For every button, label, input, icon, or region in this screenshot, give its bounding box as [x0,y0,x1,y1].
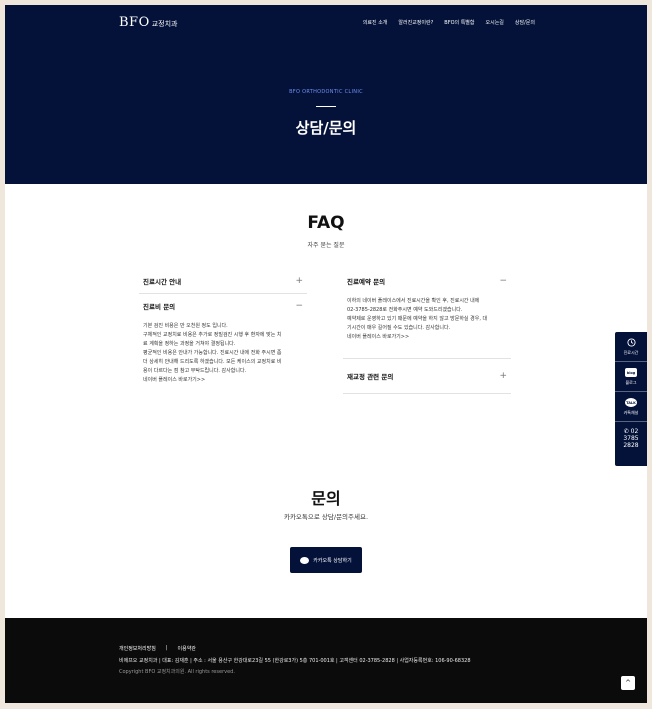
naver-place-link[interactable]: 네이버 플레이스 바로가기>> [347,333,507,342]
plus-icon[interactable]: + [499,371,507,381]
nav-item-doctors[interactable]: 의료진 소개 [363,19,388,26]
logo-text: BFO [119,15,150,30]
faq-answer-cost: 기본 검진 비용은 만 오천원 정도 입니다. 구체적인 교정치료 비용은 추가… [139,318,307,395]
answer-line: 구체적인 교정치료 비용은 추가로 정밀검진 시행 후 환자에 맞는 치 [143,332,282,338]
phone-line: 02 [630,428,639,435]
faq-title: FAQ [307,213,345,233]
logo-sub: 교정치과 [151,20,178,28]
nav-item-consultation[interactable]: 상담/문의 [515,19,535,26]
faq-question-label: 진료예약 문의 [347,278,386,286]
quick-menu: 진료시간 blog 블로그 TALK 카톡채널 ✆ 02 3785 2828 [615,332,647,466]
faq-question-reservation[interactable]: 진료예약 문의 − [343,269,511,293]
plus-icon[interactable]: + [295,276,303,286]
nav-item-about-orthodontics[interactable]: 알러진교정이란? [398,19,433,26]
kakao-consult-button[interactable]: 카카오톡 상담하기 [290,547,362,573]
phone-line: 3785 [623,435,639,442]
naver-place-link[interactable]: 네이버 플레이스 바로가기>> [143,376,303,385]
faq-question-label: 재교정 관련 문의 [347,373,394,381]
faq-question-label: 진료비 문의 [143,303,176,311]
quick-item-blog[interactable]: blog 블로그 [615,362,647,392]
terms-link[interactable]: 이용약관 [178,645,196,652]
answer-line: 이하의 네이버 플레이스에서 진료시간을 확인 후, 진료시간 내에 [347,298,480,304]
minus-icon[interactable]: − [499,276,507,286]
answer-line: 02-3785-2828로 전화주시면 예약 도와드리겠습니다. [347,307,463,313]
answer-line: 용이 다르다는 점 참고 부탁드립니다. 감사합니다. [143,368,247,374]
answer-line: 예약제로 운영하고 있기 때문에 예약을 하지 않고 방문하실 경우, 대 [347,316,488,322]
faq-question-retreatment[interactable]: 재교정 관련 문의 + [343,359,511,393]
quick-item-phone[interactable]: ✆ 02 3785 2828 [623,422,638,449]
quick-item-kakao[interactable]: TALK 카톡채널 [615,392,647,422]
faq-item-hours: 진료시간 안내 + [139,269,307,294]
footer-info: 비에프오 교정치과 | 대표: 김재훈 | 주소 : 서울 용산구 한강대로23… [119,658,471,664]
hero-divider [316,106,336,107]
logo[interactable]: BFO 교정치과 [119,15,178,30]
hero-section: BFO 교정치과 의료진 소개 알러진교정이란? BFO의 특별함 오시는길 상… [5,5,647,184]
faq-question-hours[interactable]: 진료시간 안내 + [139,269,307,293]
footer-copyright: Copyright BFO 교정치과의원. All rights reserve… [119,669,235,675]
quick-item-hours[interactable]: 진료시간 [615,332,647,362]
faq-item-cost: 진료비 문의 − 기본 검진 비용은 만 오천원 정도 입니다. 구체적인 교정… [139,294,307,395]
faq-column-right: 진료예약 문의 − 이하의 네이버 플레이스에서 진료시간을 확인 후, 진료시… [343,269,511,394]
quick-item-label: 진료시간 [623,350,639,355]
faq-subtitle: 자주 묻는 질문 [307,242,345,249]
quick-item-label: 카톡채널 [623,410,639,415]
faq-item-retreatment: 재교정 관련 문의 + [343,359,511,394]
answer-line: 평균적인 비용은 안내가 가능합니다. 진료시간 내에 전화 주시면 좀 [143,350,282,356]
nav-item-special[interactable]: BFO의 특별함 [444,19,474,26]
footer-separator: | [165,645,168,651]
main-nav: 의료진 소개 알러진교정이란? BFO의 특별함 오시는길 상담/문의 [363,19,535,26]
hero-subtitle: BFO ORTHODONTIC CLINIC [289,89,363,95]
phone-line: 2828 [623,442,639,449]
faq-answer-reservation: 이하의 네이버 플레이스에서 진료시간을 확인 후, 진료시간 내에 02-37… [343,293,511,358]
blog-icon: blog [625,368,637,377]
clock-icon [626,338,636,347]
scroll-top-button[interactable]: ^ [621,676,635,690]
privacy-policy-link[interactable]: 개인정보처리방침 [119,645,156,652]
kakaotalk-icon: TALK [625,398,637,407]
faq-question-label: 진료시간 안내 [143,278,182,286]
answer-line: 기시간이 매우 길어질 수도 있습니다. 감사합니다. [347,325,451,331]
inquiry-title: 문의 [311,489,341,508]
phone-icon: ✆ [623,428,629,435]
faq-item-reservation: 진료예약 문의 − 이하의 네이버 플레이스에서 진료시간을 확인 후, 진료시… [343,269,511,359]
footer: 개인정보처리방침 | 이용약관 비에프오 교정치과 | 대표: 김재훈 | 주소… [5,618,647,703]
answer-line: 료 계획을 정하는 과정을 거쳐야 결정됩니다. [143,341,236,347]
chat-bubble-icon [300,556,310,564]
minus-icon[interactable]: − [295,301,303,311]
faq-column-left: 진료시간 안내 + 진료비 문의 − 기본 검진 비용은 만 오천원 정도 입니… [139,269,307,395]
faq-question-cost[interactable]: 진료비 문의 − [139,294,307,318]
footer-links: 개인정보처리방침 | 이용약관 [119,645,196,652]
quick-item-label: 블로그 [625,380,637,385]
page-title: 상담/문의 [295,119,357,137]
kakao-consult-label: 카카오톡 상담하기 [313,557,352,564]
answer-line: 기본 검진 비용은 만 오천원 정도 입니다. [143,323,228,329]
inquiry-subtitle: 카카오톡으로 상담/문의주세요. [283,513,369,521]
page-frame: BFO 교정치과 의료진 소개 알러진교정이란? BFO의 특별함 오시는길 상… [5,5,647,703]
nav-item-directions[interactable]: 오시는길 [486,19,504,26]
answer-line: 더 상세히 안내해 드리도록 하겠습니다. 모든 케이스의 교정치료 비 [143,359,282,365]
